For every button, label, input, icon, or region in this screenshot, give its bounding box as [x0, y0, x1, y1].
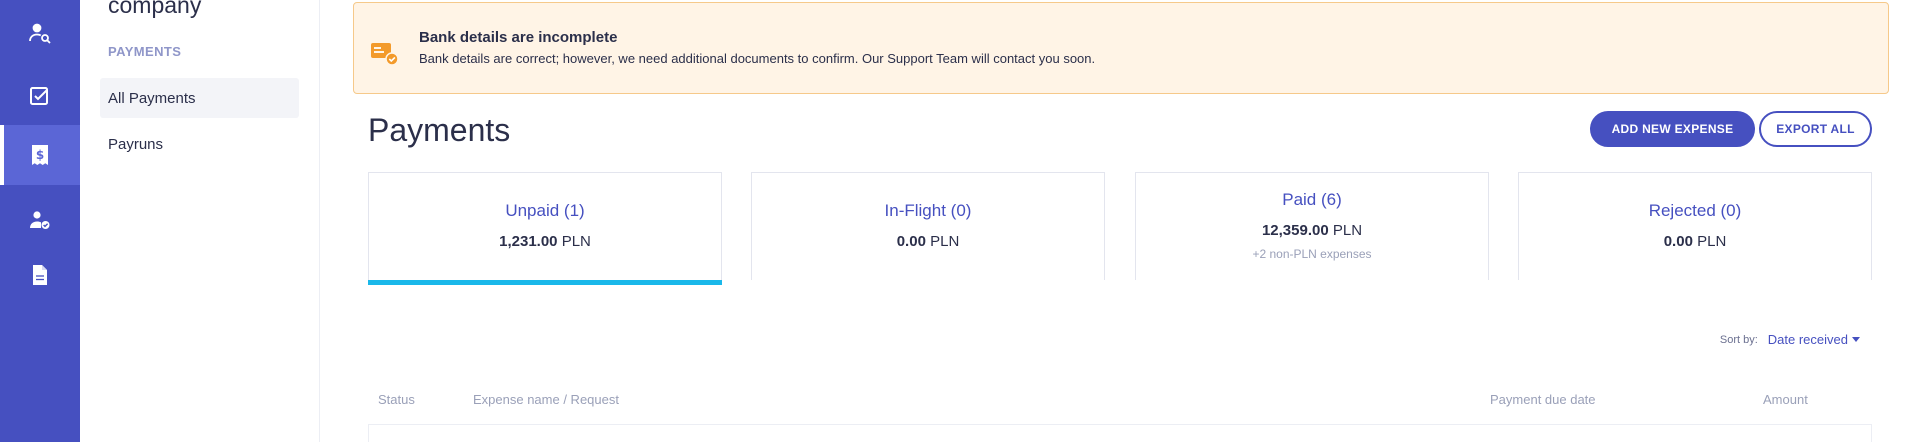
secondary-nav: company PAYMENTS All Payments Payruns [80, 0, 320, 442]
checkbox-icon [30, 87, 48, 105]
rail-item-people-search[interactable] [0, 3, 80, 63]
export-all-button[interactable]: EXPORT ALL [1759, 111, 1872, 147]
tab-amount: 12,359.00 PLN [1261, 222, 1363, 239]
company-name: company [108, 0, 202, 18]
sort-value: Date received [1767, 332, 1848, 347]
tab-title: Rejected (0) [1648, 201, 1742, 220]
column-header-status[interactable]: Status [378, 392, 415, 407]
tab-title: Paid (6) [1282, 190, 1342, 209]
tab-title: In-Flight (0) [884, 201, 972, 220]
tab-title: Unpaid (1) [505, 201, 585, 220]
page-title: Payments [368, 112, 511, 148]
column-header-payment-due-date[interactable]: Payment due date [1490, 392, 1596, 407]
tab-rejected[interactable]: Rejected (0) 0.00 PLN [1518, 172, 1872, 280]
sort-dropdown[interactable]: Date received [1768, 332, 1860, 347]
payment-status-tabs: Unpaid (1) 1,231.00 PLN In-Flight (0) 0.… [368, 172, 1872, 285]
warning-banner: Bank details are incomplete Bank details… [353, 2, 1889, 94]
rail-item-documents[interactable] [0, 245, 80, 305]
tab-amount: 0.00 PLN [1663, 233, 1727, 250]
user-check-icon [30, 211, 50, 229]
tab-paid[interactable]: Paid (6) 12,359.00 PLN +2 non-PLN expens… [1135, 172, 1489, 280]
nav-item-all-payments[interactable]: All Payments [100, 78, 299, 118]
tab-amount: 1,231.00 PLN [499, 233, 591, 250]
nav-item-payruns[interactable]: Payruns [100, 124, 299, 164]
icon-rail: $ [0, 0, 80, 442]
table-body [368, 424, 1872, 442]
caret-down-icon [1852, 337, 1860, 342]
tab-note: +2 non-PLN expenses [1252, 247, 1372, 261]
banner-title: Bank details are incomplete [419, 29, 618, 46]
table-header: Status Expense name / Request Payment du… [368, 392, 1872, 412]
banner-text: Bank details are correct; however, we ne… [419, 51, 1096, 66]
rail-item-approvals[interactable] [0, 190, 80, 250]
column-header-expense-name[interactable]: Expense name / Request [473, 392, 619, 407]
dollar-receipt-icon: $ [32, 145, 48, 165]
sort-label: Sort by: [1719, 333, 1758, 346]
bank-warning-icon [371, 43, 399, 66]
column-header-amount[interactable]: Amount [1763, 392, 1808, 407]
svg-text:$: $ [36, 148, 44, 162]
nav-section-label: PAYMENTS [108, 44, 182, 59]
rail-item-tasks[interactable] [0, 66, 80, 126]
app: $ company PAYMENTS All Payments Payruns [0, 0, 1906, 442]
sort-control: Sort by: Date received [1720, 332, 1860, 347]
document-icon [33, 265, 47, 285]
user-search-icon [29, 23, 51, 44]
add-new-expense-button[interactable]: ADD NEW EXPENSE [1590, 111, 1755, 147]
tab-in-flight[interactable]: In-Flight (0) 0.00 PLN [751, 172, 1105, 280]
tab-amount: 0.00 PLN [896, 233, 960, 250]
rail-item-payments[interactable]: $ [0, 125, 80, 185]
main-content: Bank details are incomplete Bank details… [320, 0, 1906, 442]
tab-unpaid[interactable]: Unpaid (1) 1,231.00 PLN [368, 172, 722, 285]
